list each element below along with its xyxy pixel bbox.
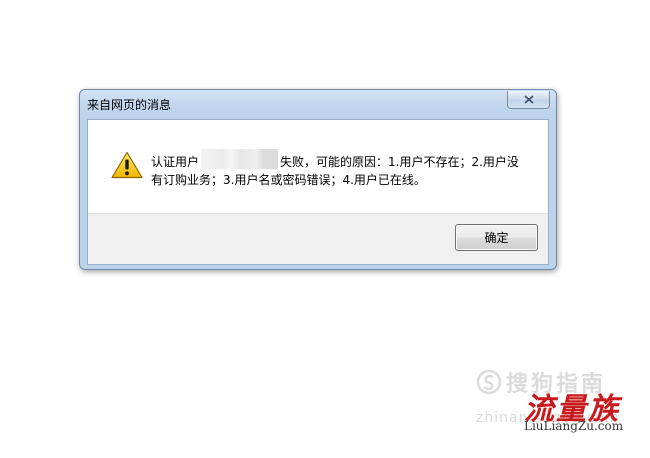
dialog-client-area: 认证用户 失败，可能的原因：1.用户不存在；2.用户没 有订购业务；3.用户名或密… [87,119,549,265]
liuliangzu-url: LiuLiangZu.com [524,419,624,433]
message-area: 认证用户 失败，可能的原因：1.用户不存在；2.用户没 有订购业务；3.用户名或密… [88,120,548,213]
dialog-titlebar[interactable]: 来自网页的消息 [80,90,556,118]
redacted-username [201,149,279,169]
message-text-2: 失败，可能的原因：1.用户不存在；2.用户没 [280,155,519,169]
close-icon [523,95,534,104]
close-button[interactable] [507,91,550,109]
dialog-message: 认证用户 失败，可能的原因：1.用户不存在；2.用户没 有订购业务；3.用户名或密… [151,149,543,189]
dialog-title: 来自网页的消息 [87,98,172,112]
message-text-3: 有订购业务；3.用户名或密码错误；4.用户已在线。 [151,173,426,187]
button-area: 确定 [88,213,548,264]
ok-button[interactable]: 确定 [455,224,538,251]
sogou-logo-icon [476,369,502,395]
warning-icon [111,151,143,179]
message-dialog: 来自网页的消息 认证用户 失败，可能的原因：1.用户不存在；2.用户没 有订购业… [79,89,557,270]
message-text-1: 认证用户 [151,155,200,169]
